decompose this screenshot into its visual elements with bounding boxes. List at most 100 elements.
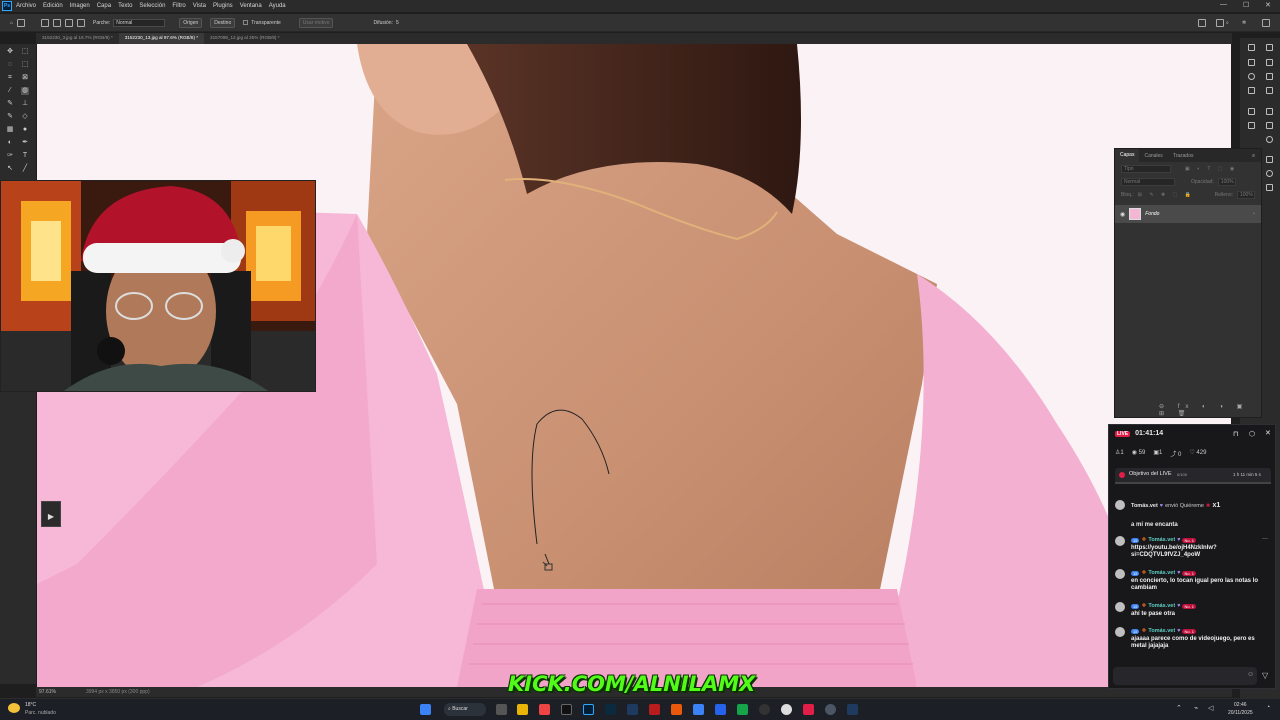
filter-icon[interactable]: ▽ (1262, 671, 1268, 680)
add-selection-icon[interactable] (53, 18, 62, 27)
crop-tool-icon[interactable]: ⌗ (6, 74, 14, 82)
taskbar-search[interactable]: ⌕ Buscar (444, 703, 486, 716)
lock-icons[interactable]: ⊞ ✎ ✥ ⬚ 🔒 (1138, 192, 1194, 198)
styles-icon[interactable] (1266, 108, 1273, 115)
path-select-icon[interactable]: ↖ (6, 165, 14, 173)
destino-button[interactable]: Destino (210, 17, 236, 28)
parche-select[interactable]: Normal (113, 18, 166, 27)
windows-start-icon[interactable] (420, 704, 431, 715)
tab-trazados[interactable]: Trazados (1168, 153, 1199, 159)
lasso-tool-icon[interactable]: ◌ (6, 61, 14, 69)
filter-icons[interactable]: ▣ ◐ T ⬚ ◉ (1185, 166, 1237, 172)
tab-doc-2[interactable]: 3152230_13.jpg al 97.6% (RGB/8) * (118, 33, 205, 44)
calculator-icon[interactable] (715, 704, 726, 715)
menu-ventana[interactable]: Ventana (240, 3, 262, 9)
color-icon[interactable] (1266, 136, 1273, 143)
eraser-tool-icon[interactable]: ◇ (21, 113, 29, 121)
bridge-app-icon[interactable] (561, 704, 572, 715)
play-app-icon[interactable] (759, 704, 770, 715)
properties-icon[interactable] (1248, 59, 1255, 66)
clock-date[interactable]: 20/11/2025 (1228, 710, 1253, 716)
layer-footer-icons[interactable]: ⊖ fx ◐ ◑ ▣ ⊞ 🗑 (1159, 403, 1261, 417)
share-icon[interactable] (1198, 18, 1206, 27)
eyedropper-icon[interactable]: ⁄ (6, 87, 14, 95)
tab-doc-3[interactable]: 3157098_12.jpg al 25% (RGB/8) * (204, 33, 285, 44)
close-icon[interactable]: ✕ (1265, 1, 1271, 9)
menu-archivo[interactable]: Archivo (16, 3, 36, 9)
tab-doc-1[interactable]: 3152230_3.jpg al 16.7% (RGB/8) * (36, 33, 119, 44)
menu-imagen[interactable]: Imagen (70, 3, 90, 9)
menu-seleccion[interactable]: Selección (139, 3, 165, 9)
dodge-tool-icon[interactable]: ◐ (6, 139, 14, 147)
layer-filter-input[interactable]: Tipo (1121, 164, 1171, 173)
history-brush-icon[interactable]: ✎ (6, 113, 14, 121)
panel-menu-icon[interactable]: ≡ (1252, 153, 1255, 159)
brush-tool-icon[interactable]: ✎ (6, 100, 14, 108)
gear-icon[interactable]: ✲ (1242, 20, 1246, 26)
pen-tool-icon[interactable]: ✒ (21, 139, 29, 147)
more-options-icon[interactable]: ··· (1262, 536, 1268, 542)
browser-icon[interactable] (781, 704, 792, 715)
play-button[interactable]: ▶ (41, 501, 61, 527)
menu-vista[interactable]: Vista (193, 3, 206, 9)
line-tool-icon[interactable]: ╱ (21, 165, 29, 173)
transparente-checkbox[interactable] (243, 20, 249, 25)
blur-tool-icon[interactable]: ● (21, 126, 29, 134)
media-app-icon[interactable] (737, 704, 748, 715)
gradient-tool-icon[interactable]: ▦ (6, 126, 14, 134)
menu-ayuda[interactable]: Ayuda (269, 3, 286, 9)
history-icon[interactable] (1248, 44, 1255, 51)
navigator-icon[interactable] (1266, 44, 1273, 51)
settings-app-icon[interactable] (847, 704, 858, 715)
blend-mode-select[interactable]: Normal (1121, 177, 1175, 186)
menu-texto[interactable]: Texto (118, 3, 132, 9)
chat-message[interactable]: 15 ❖ Tomás.vet ♥ No. 1 ajaaaa parece com… (1115, 627, 1271, 655)
search-icon[interactable]: ⌕ (1226, 20, 1229, 26)
chat-input[interactable]: ☺ (1113, 667, 1257, 685)
settings-icon[interactable]: ⬡ (1249, 430, 1255, 438)
tiktok-icon[interactable] (803, 704, 814, 715)
menu-plugins[interactable]: Plugins (213, 3, 233, 9)
intersect-selection-icon[interactable] (77, 18, 86, 27)
new-selection-icon[interactable] (41, 18, 50, 27)
layer-name[interactable]: Fondo (1145, 211, 1159, 217)
workspace-icon[interactable] (1262, 18, 1270, 27)
channels-icon[interactable] (1266, 170, 1273, 177)
patch-tool-icon[interactable] (17, 18, 26, 27)
adjustments-icon[interactable] (1266, 59, 1273, 66)
swatches-icon[interactable] (1266, 73, 1273, 80)
menu-filtro[interactable]: Filtro (172, 3, 185, 9)
weather-icon[interactable] (8, 703, 20, 713)
zoom-level[interactable]: 97.61% (39, 689, 56, 695)
visibility-eye-icon[interactable]: ◉ (1120, 211, 1125, 218)
layer-row[interactable]: ◉ Fondo ▫ (1115, 205, 1261, 223)
chat-message[interactable]: 15 ❖ Tomás.vet ♥ No. 1 ahí te pase otra (1115, 602, 1271, 622)
menu-capa[interactable]: Capa (97, 3, 111, 9)
difusion-value[interactable]: 5 (396, 20, 399, 26)
camera-app-icon[interactable] (496, 704, 507, 715)
opacity-value[interactable]: 100% (1217, 177, 1236, 186)
file-explorer-icon[interactable] (517, 704, 528, 715)
info-icon[interactable] (1248, 73, 1255, 80)
volume-icon[interactable]: ◁ (1208, 704, 1213, 712)
stamp-tool-icon[interactable]: ⊥ (21, 100, 29, 108)
minimize-icon[interactable]: — (1220, 1, 1227, 8)
chrome-icon[interactable] (825, 704, 836, 715)
brave-browser-icon[interactable] (539, 704, 550, 715)
object-select-icon[interactable]: ⬚ (21, 61, 29, 69)
search-app-icon[interactable] (671, 704, 682, 715)
chat-username[interactable]: Tomás.vet (1148, 603, 1175, 609)
pen-path-icon[interactable]: ✑ (6, 152, 14, 160)
artboard-tool-icon[interactable]: ⬚ (21, 48, 29, 56)
tab-capas[interactable]: Capas (1115, 149, 1140, 162)
chat-message[interactable]: 15 ❖ Tomás.vet ♥ No. 1 en concierto, lo … (1115, 569, 1271, 597)
move-tool-icon[interactable]: ✥ (6, 48, 14, 56)
patch-tool-icon[interactable]: ◍ (21, 87, 29, 95)
paths-icon[interactable] (1266, 184, 1273, 191)
cloud-icon[interactable] (1216, 18, 1224, 27)
menu-edicion[interactable]: Edición (43, 3, 63, 9)
chat-username[interactable]: Tomás.vet (1148, 570, 1175, 576)
notepad-icon[interactable] (693, 704, 704, 715)
paragraph-icon[interactable] (1266, 122, 1273, 129)
gift-user[interactable]: Tomás.vet (1131, 503, 1158, 509)
